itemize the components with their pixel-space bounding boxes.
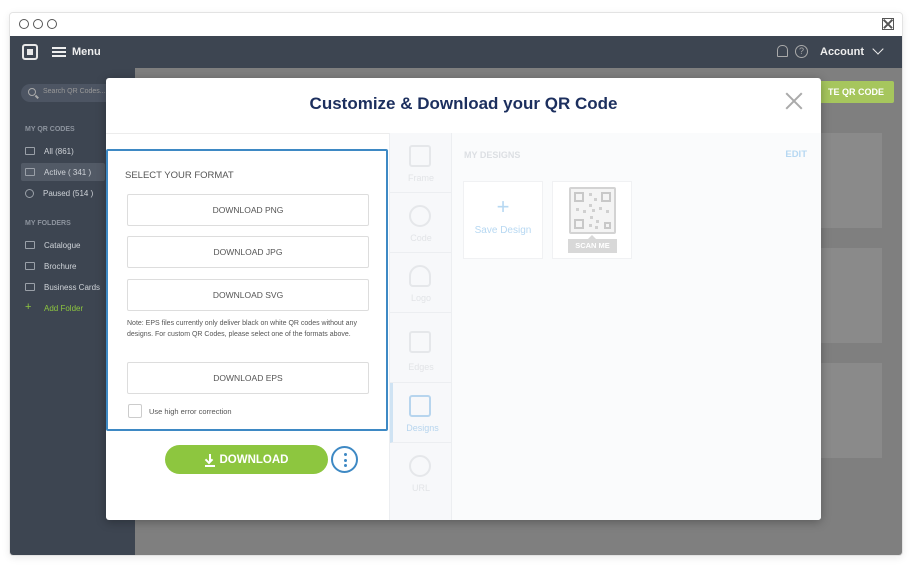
activity-icon [25, 168, 35, 176]
more-options-icon[interactable] [331, 446, 358, 473]
link-icon [409, 455, 431, 477]
palette-icon [409, 205, 431, 227]
app-topbar: Menu ? Account [10, 36, 902, 68]
help-icon[interactable]: ? [795, 45, 808, 58]
error-correction-label: Use high error correction [149, 407, 232, 416]
error-correction-checkbox[interactable] [128, 404, 142, 418]
tab-label: Edges [408, 362, 434, 372]
download-button[interactable]: DOWNLOAD [165, 445, 328, 474]
download-label: DOWNLOAD [219, 453, 289, 466]
modal-title: Customize & Download your QR Code [309, 94, 618, 113]
tab-code[interactable]: Code [390, 193, 452, 253]
scan-me-frame-label: SCAN ME [568, 235, 617, 253]
download-jpg-button[interactable]: DOWNLOAD JPG [127, 236, 369, 268]
eps-note: Note: EPS files currently only deliver b… [127, 320, 357, 338]
sidebar-item-active[interactable]: Active ( 341 ) [21, 163, 105, 181]
add-folder-button[interactable]: + Add Folder [21, 299, 105, 317]
app-logo-icon[interactable] [22, 44, 38, 60]
tab-edges[interactable]: Edges [390, 313, 452, 383]
window-control-circle[interactable] [19, 19, 29, 29]
customize-tabs: Frame Code Logo Edges Designs URL [389, 133, 452, 520]
sidebar-folder-brochure[interactable]: Brochure [21, 257, 105, 275]
sidebar-item-label: Brochure [44, 261, 77, 271]
edges-icon [409, 331, 431, 353]
folders-heading: MY FOLDERS [25, 220, 71, 227]
plus-icon: + [496, 194, 510, 219]
list-icon [25, 147, 35, 155]
download-svg-button[interactable]: DOWNLOAD SVG [127, 279, 369, 311]
add-folder-label: Add Folder [44, 303, 84, 313]
folder-icon [25, 262, 35, 270]
hamburger-menu-icon[interactable] [52, 47, 66, 57]
menu-label[interactable]: Menu [72, 46, 101, 58]
tab-designs[interactable]: Designs [390, 383, 452, 443]
sidebar-item-label: Active ( 341 ) [44, 167, 92, 177]
tab-label: Logo [410, 293, 432, 303]
tab-label: URL [411, 483, 430, 493]
notification-bell-icon[interactable] [777, 45, 788, 57]
folder-icon [25, 283, 35, 291]
cloud-upload-icon [409, 265, 431, 287]
sidebar-item-label: Business Cards [44, 282, 101, 292]
tab-label: Code [410, 233, 432, 243]
sidebar-item-all[interactable]: All (861) [21, 142, 105, 160]
modal-divider [106, 133, 389, 134]
account-menu[interactable]: Account [820, 46, 864, 58]
tab-frame[interactable]: Frame [390, 133, 452, 193]
download-png-button[interactable]: DOWNLOAD PNG [127, 194, 369, 226]
format-heading: SELECT YOUR FORMAT [125, 170, 234, 181]
frame-icon [409, 145, 431, 167]
save-design-label: Save Design [474, 225, 532, 236]
window-control-circle[interactable] [47, 19, 57, 29]
qr-design-card[interactable]: SCAN ME [552, 181, 632, 259]
plus-icon: + [25, 301, 32, 313]
designs-panel: MY DESIGNS EDIT + Save Design SCAN ME [452, 133, 821, 520]
sidebar-folder-catalogue[interactable]: Catalogue [21, 236, 105, 254]
window-titlebar [10, 13, 902, 36]
designs-heading: MY DESIGNS [464, 150, 521, 160]
format-panel: SELECT YOUR FORMAT DOWNLOAD PNG DOWNLOAD… [106, 149, 388, 431]
search-icon [28, 88, 36, 96]
tab-logo[interactable]: Logo [390, 253, 452, 313]
search-placeholder: Search QR Codes... [43, 88, 106, 95]
sidebar-item-label: All (861) [44, 146, 74, 156]
customize-download-modal: Customize & Download your QR Code SELECT… [106, 78, 821, 520]
download-icon [204, 453, 215, 467]
designs-download-icon [409, 395, 431, 417]
pause-icon [25, 188, 34, 198]
chevron-down-icon[interactable] [872, 43, 884, 55]
qr-codes-heading: MY QR CODES [25, 126, 75, 133]
save-design-card[interactable]: + Save Design [463, 181, 543, 259]
sidebar-item-paused[interactable]: Paused (514 ) [21, 184, 105, 202]
close-icon[interactable] [785, 92, 803, 110]
qr-code-thumbnail [569, 187, 616, 234]
sidebar-item-label: Paused (514 ) [43, 188, 94, 198]
tab-url[interactable]: URL [390, 443, 452, 503]
window-control-circle[interactable] [33, 19, 43, 29]
window-close-icon[interactable] [882, 18, 894, 30]
tab-label: Frame [407, 173, 434, 183]
folder-icon [25, 241, 35, 249]
tab-label: Designs [406, 423, 439, 433]
download-eps-button[interactable]: DOWNLOAD EPS [127, 362, 369, 394]
sidebar-item-label: Catalogue [44, 240, 81, 250]
edit-designs-link[interactable]: EDIT [785, 149, 807, 160]
